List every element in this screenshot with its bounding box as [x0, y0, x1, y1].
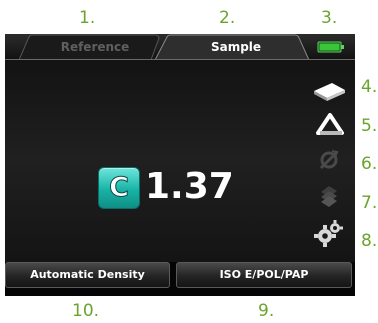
sync-disabled-icon	[319, 150, 339, 170]
callout-2: 2.	[219, 8, 236, 28]
callout-5: 5.	[361, 116, 378, 136]
triangle-icon[interactable]	[316, 113, 344, 137]
callout-4: 4.	[361, 77, 378, 97]
battery-icon	[317, 41, 344, 53]
standard-button[interactable]: ISO E/POL/PAP	[176, 262, 352, 288]
device-screen: Reference Sample C 1.37 Automatic Densit…	[5, 34, 355, 296]
tab-bar: Reference Sample	[5, 34, 355, 60]
callout-9: 9.	[258, 301, 275, 321]
callout-1: 1.	[79, 8, 96, 28]
callout-8: 8.	[361, 231, 378, 251]
measurement-area: C 1.37	[5, 60, 355, 262]
callout-10: 10.	[72, 301, 100, 321]
tab-reference-label[interactable]: Reference	[35, 40, 155, 54]
tab-sample-label[interactable]: Sample	[177, 40, 295, 54]
channel-letter: C	[109, 172, 130, 204]
paper-icon[interactable]	[311, 78, 347, 102]
density-reading: 1.37	[145, 166, 234, 207]
callout-7: 7.	[361, 193, 378, 213]
density-mode-button[interactable]: Automatic Density	[5, 262, 170, 288]
stack-disabled-icon	[321, 186, 337, 207]
callout-3: 3.	[321, 8, 338, 28]
channel-badge[interactable]: C	[98, 167, 140, 209]
bottom-bar: Automatic Density ISO E/POL/PAP	[5, 262, 355, 296]
gears-icon[interactable]	[314, 219, 344, 249]
callout-6: 6.	[361, 154, 378, 174]
